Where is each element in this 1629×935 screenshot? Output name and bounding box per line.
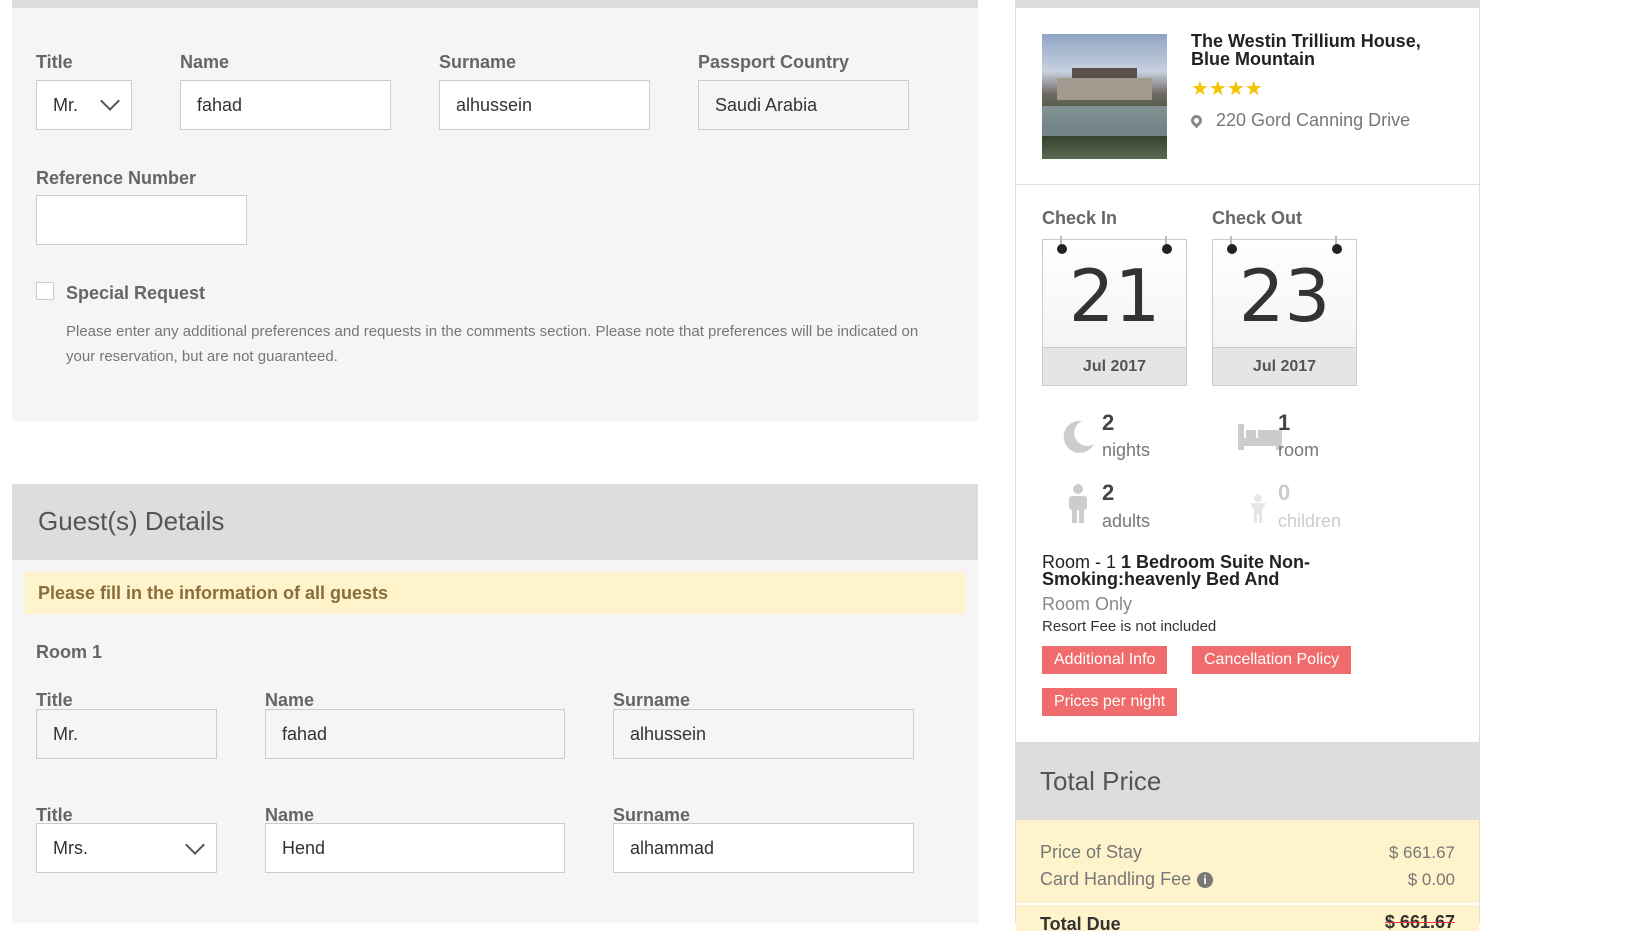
hotel-photo <box>1042 34 1167 159</box>
guest-info-notice: Please fill in the information of all gu… <box>25 572 965 614</box>
divider <box>1016 184 1479 185</box>
price-of-stay-value: $ 661.67 <box>1388 843 1455 862</box>
reference-number-input[interactable] <box>36 195 247 245</box>
board-type: Room Only <box>1042 594 1133 614</box>
special-request-help: Please enter any additional preferences … <box>66 323 919 365</box>
guest-details-title: Guest(s) Details <box>38 506 225 536</box>
guest-details-header: Guest(s) Details <box>12 484 978 560</box>
adults-label: adults <box>1102 511 1151 531</box>
nights-label: nights <box>1102 440 1151 460</box>
total-price-title: Total Price <box>1040 766 1162 796</box>
chevron-down-icon <box>100 91 120 111</box>
rooms-count: 1 <box>1278 410 1291 435</box>
title-select-value: Mr. <box>53 95 78 115</box>
moon-icon <box>1063 420 1094 453</box>
surname-input[interactable]: alhussein <box>439 80 650 130</box>
adults-count: 2 <box>1102 480 1115 505</box>
check-out-calendar: 23 Jul 2017 <box>1212 236 1357 386</box>
prices-per-night-button[interactable]: Prices per night <box>1042 688 1178 716</box>
hotel-name: The Westin Trillium House, Blue Mountain <box>1191 31 1421 69</box>
guest-1-name-label: Name <box>265 690 315 710</box>
guest-1-surname-label: Surname <box>613 690 691 710</box>
room-1-label: Room 1 <box>36 642 103 662</box>
guest-2-title-select[interactable]: Mrs. <box>36 823 217 873</box>
rooms-label: room <box>1278 440 1320 460</box>
total-price-header: Total Price <box>1016 742 1479 820</box>
guest-2-name-input[interactable]: Hend <box>265 823 565 873</box>
check-in-month: Jul 2017 <box>1043 347 1186 385</box>
hotel-address-text: 220 Gord Canning Drive <box>1216 110 1411 130</box>
map-pin-icon <box>1188 112 1205 129</box>
chevron-down-icon <box>185 835 205 855</box>
check-in-day: 21 <box>1068 254 1161 338</box>
total-due-label: Total Due <box>1040 914 1121 934</box>
special-request-checkbox[interactable] <box>36 282 54 300</box>
booking-summary: The Westin Trillium House, Blue Mountain… <box>1015 0 1480 934</box>
guest-details-panel: Please fill in the information of all gu… <box>12 560 978 923</box>
special-request-label: Special Request <box>66 283 206 303</box>
divider <box>1016 903 1479 905</box>
cancellation-policy-button[interactable]: Cancellation Policy <box>1192 646 1352 674</box>
additional-info-button[interactable]: Additional Info <box>1042 646 1168 674</box>
title-label: Title <box>36 52 73 72</box>
children-label: children <box>1278 511 1342 531</box>
resort-fee-note: Resort Fee is not included <box>1042 618 1217 635</box>
hotel-address: 220 Gord Canning Drive <box>1188 110 1411 131</box>
guest-1-title-label: Title <box>36 690 73 710</box>
price-breakdown: Price of Stay $ 661.67 Card Handling Fee… <box>1016 820 1479 934</box>
info-icon[interactable]: i <box>1197 872 1214 888</box>
check-in-label: Check In <box>1042 208 1118 228</box>
reference-number-label: Reference Number <box>36 168 197 188</box>
guest-1-name-field[interactable]: fahad <box>265 709 565 759</box>
check-in-calendar: 21 Jul 2017 <box>1042 236 1187 386</box>
check-out-month: Jul 2017 <box>1213 347 1356 385</box>
children-count: 0 <box>1278 480 1291 505</box>
guest-1-title-field[interactable]: Mr. <box>36 709 217 759</box>
passport-country-label: Passport Country <box>698 52 850 72</box>
booker-details-panel: Title Mr. Name fahad Surname alhussein P… <box>12 0 978 421</box>
surname-label: Surname <box>439 52 517 72</box>
bed-icon <box>1238 424 1282 450</box>
price-of-stay-label: Price of Stay <box>1040 842 1143 862</box>
room-title: Room - 1 1 Bedroom Suite Non-Smoking:hea… <box>1042 553 1342 588</box>
guest-info-notice-text: Please fill in the information of all gu… <box>38 583 389 603</box>
adult-icon <box>1069 484 1087 523</box>
card-fee-label: Card Handling Fee i <box>1040 869 1214 890</box>
title-select[interactable]: Mr. <box>36 80 132 130</box>
child-icon <box>1250 494 1266 523</box>
nights-count: 2 <box>1102 410 1115 435</box>
check-out-day: 23 <box>1238 254 1331 338</box>
guest-2-surname-input[interactable]: alhammad <box>613 823 914 873</box>
card-fee-label-text: Card Handling Fee <box>1040 869 1192 889</box>
name-label: Name <box>180 52 230 72</box>
passport-country-field[interactable]: Saudi Arabia <box>698 80 909 130</box>
hotel-star-rating: ★★★★ <box>1191 78 1263 100</box>
guest-2-title-value: Mrs. <box>53 838 88 858</box>
name-input[interactable]: fahad <box>180 80 391 130</box>
check-out-label: Check Out <box>1212 208 1303 228</box>
guest-1-surname-field[interactable]: alhussein <box>613 709 914 759</box>
card-fee-value: $ 0.00 <box>1407 870 1455 889</box>
